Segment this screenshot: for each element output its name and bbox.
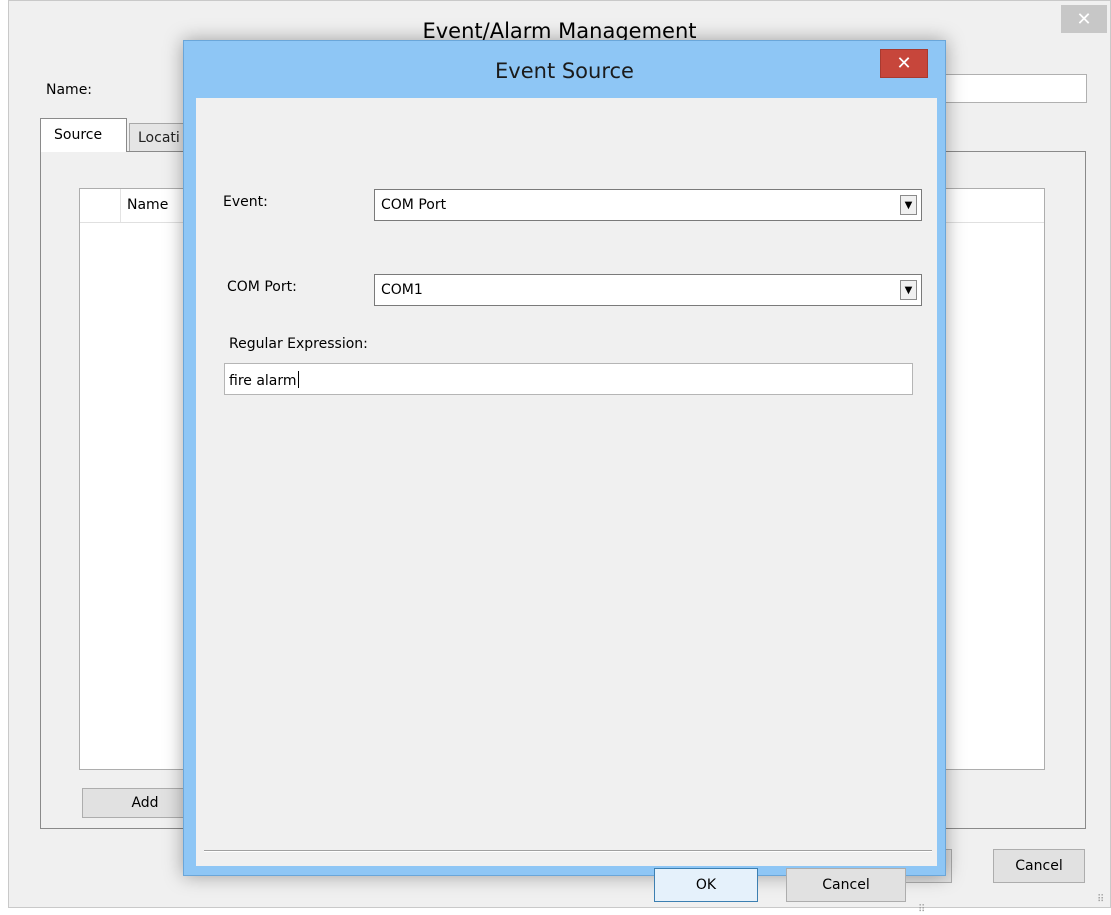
divider-highlight <box>204 851 932 852</box>
event-select[interactable]: COM Port ▼ <box>374 189 922 221</box>
name-label: Name: <box>46 82 93 98</box>
regular-expression-input[interactable]: fire alarm <box>224 363 913 395</box>
regular-expression-label: Regular Expression: <box>229 336 368 352</box>
event-source-dialog: Event Source ✕ Event: COM Port ▼ COM Por… <box>183 40 946 915</box>
event-label: Event: <box>223 194 268 210</box>
dialog-title: Event Source <box>495 59 634 83</box>
close-icon[interactable]: ✕ <box>880 49 928 78</box>
cancel-button[interactable]: Cancel <box>786 868 906 902</box>
com-port-select[interactable]: COM1 ▼ <box>374 274 922 306</box>
chevron-down-icon[interactable]: ▼ <box>900 280 917 300</box>
event-select-value: COM Port <box>381 197 447 213</box>
title-bar: Event/Alarm Management ✕ <box>9 1 1110 45</box>
dialog-body: Event: COM Port ▼ COM Port: COM1 ▼ Regul… <box>196 98 937 915</box>
cancel-button[interactable]: Cancel <box>993 849 1085 883</box>
regular-expression-value: fire alarm <box>229 373 297 389</box>
column-header-name[interactable]: Name <box>127 197 168 213</box>
text-caret <box>297 371 299 388</box>
com-port-select-value: COM1 <box>381 282 423 298</box>
name-input[interactable] <box>945 74 1087 103</box>
column-divider <box>120 189 121 222</box>
ok-button[interactable]: OK <box>654 868 758 902</box>
tab-source[interactable]: Source <box>40 118 127 152</box>
resize-grip-icon[interactable]: ⠿ <box>1097 894 1104 905</box>
chevron-down-icon[interactable]: ▼ <box>900 195 917 215</box>
com-port-label: COM Port: <box>227 279 297 295</box>
close-icon[interactable]: ✕ <box>1061 5 1107 33</box>
resize-grip-icon[interactable]: ⠿ <box>918 904 925 915</box>
